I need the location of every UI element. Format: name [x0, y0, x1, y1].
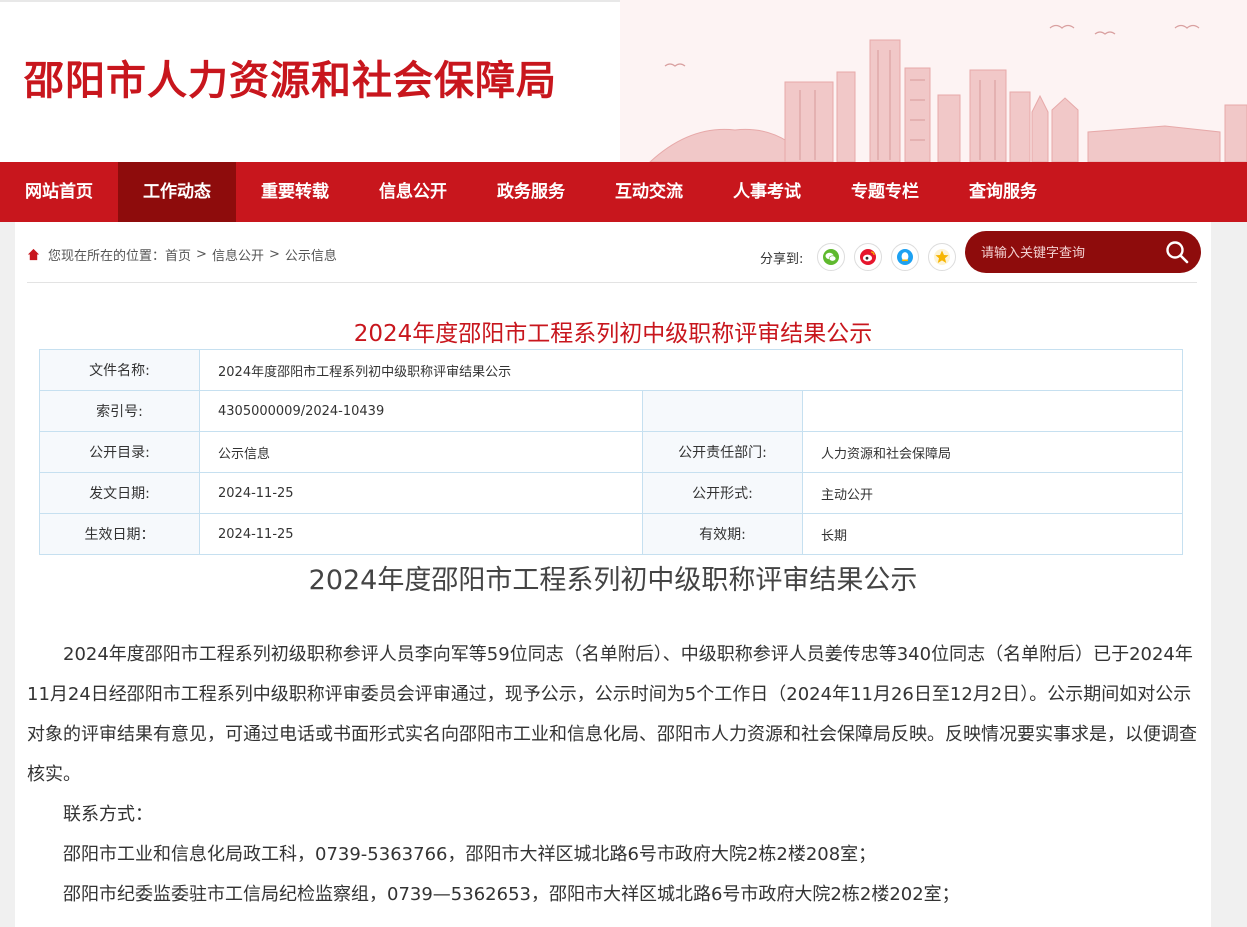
contact-line: 邵阳市工业和信息化局政工科，0739-5363766，邵阳市大祥区城北路6号市政…	[63, 844, 877, 865]
site-title[interactable]: 邵阳市人力资源和社会保障局	[24, 48, 557, 106]
search-icon[interactable]	[1163, 238, 1191, 266]
table-row: 文件名称: 2024年度邵阳市工程系列初中级职称评审结果公示	[39, 349, 1183, 391]
form-value: 主动公开	[802, 472, 1183, 514]
dept-value: 人力资源和社会保障局	[802, 431, 1183, 473]
share-label: 分享到:	[760, 251, 804, 267]
catalog-label: 公开目录:	[39, 431, 200, 473]
nav-item-special-topics[interactable]: 专题专栏	[826, 162, 944, 222]
table-row: 公开目录: 公示信息 公开责任部门: 人力资源和社会保障局	[39, 431, 1183, 473]
nav-item-query-services[interactable]: 查询服务	[944, 162, 1062, 222]
document-title: 2024年度邵阳市工程系列初中级职称评审结果公示	[353, 321, 873, 347]
nav-item-interaction[interactable]: 互动交流	[590, 162, 708, 222]
article-title: 2024年度邵阳市工程系列初中级职称评审结果公示	[308, 565, 918, 596]
breadcrumb-prefix: 您现在所在的位置：	[48, 249, 166, 264]
catalog-value: 公示信息	[199, 431, 643, 473]
effective-date-value: 2024-11-25	[199, 513, 643, 555]
search-box	[965, 231, 1201, 275]
breadcrumb-home[interactable]: 首页	[165, 245, 191, 264]
document-metadata-table: 文件名称: 2024年度邵阳市工程系列初中级职称评审结果公示 索引号: 4305…	[39, 349, 1183, 555]
share-bar: 分享到:	[760, 243, 965, 271]
site-header: 邵阳市人力资源和社会保障局	[0, 0, 1247, 162]
breadcrumb-separator: >	[196, 247, 207, 262]
index-label: 索引号:	[39, 390, 200, 432]
breadcrumb: 您现在所在的位置： 首页 > 信息公开 > 公示信息	[27, 245, 337, 264]
main-nav: 网站首页 工作动态 重要转载 信息公开 政务服务 互动交流 人事考试 专题专栏 …	[0, 162, 1247, 222]
home-icon	[27, 248, 40, 261]
qq-icon[interactable]	[891, 243, 920, 271]
search-input[interactable]	[979, 231, 1163, 275]
contact-label: 联系方式：	[63, 804, 153, 825]
nav-item-exams[interactable]: 人事考试	[708, 162, 826, 222]
validity-label: 有效期:	[642, 513, 803, 555]
issue-date-label: 发文日期:	[39, 472, 200, 514]
city-skyline-banner	[620, 0, 1247, 162]
breadcrumb-public-notice[interactable]: 公示信息	[285, 245, 337, 264]
article-body: 2024年度邵阳市工程系列初级职称参评人员李向军等59位同志（名单附后）、中级职…	[27, 635, 1197, 915]
weibo-icon[interactable]	[854, 243, 883, 271]
breadcrumb-separator: >	[268, 247, 280, 262]
empty-cell	[642, 390, 803, 432]
issue-date-value: 2024-11-25	[199, 472, 643, 514]
form-label: 公开形式:	[642, 472, 803, 514]
content-panel: 您现在所在的位置： 首页 > 信息公开 > 公示信息 分享到: 请输入关键字查询…	[15, 222, 1211, 927]
effective-date-label: 生效日期：	[39, 513, 200, 555]
nav-item-reprints[interactable]: 重要转载	[236, 162, 354, 222]
breadcrumb-info-disclosure[interactable]: 信息公开	[212, 245, 264, 264]
file-name-value: 2024年度邵阳市工程系列初中级职称评审结果公示	[199, 349, 1183, 391]
table-row: 索引号: 4305000009/2024-10439	[39, 390, 1183, 432]
validity-value: 长期	[802, 513, 1183, 555]
nav-item-work-news[interactable]: 工作动态	[118, 162, 236, 222]
nav-item-gov-services[interactable]: 政务服务	[472, 162, 590, 222]
nav-item-home[interactable]: 网站首页	[0, 162, 118, 222]
article-paragraph: 2024年度邵阳市工程系列初级职称参评人员李向军等59位同志（名单附后）、中级职…	[27, 644, 1197, 785]
header-divider	[27, 282, 1197, 283]
index-value: 4305000009/2024-10439	[199, 390, 643, 432]
empty-cell	[802, 390, 1183, 432]
contact-line: 邵阳市纪委监委驻市工信局纪检监察组，0739—5362653，邵阳市大祥区城北路…	[63, 884, 960, 905]
wechat-icon[interactable]	[817, 243, 846, 271]
qzone-icon[interactable]	[928, 243, 957, 271]
dept-label: 公开责任部门:	[642, 431, 803, 473]
nav-item-info-disclosure[interactable]: 信息公开	[354, 162, 472, 222]
file-name-label: 文件名称:	[39, 349, 200, 391]
table-row: 发文日期: 2024-11-25 公开形式: 主动公开	[39, 472, 1183, 514]
table-row: 生效日期： 2024-11-25 有效期: 长期	[39, 513, 1183, 555]
